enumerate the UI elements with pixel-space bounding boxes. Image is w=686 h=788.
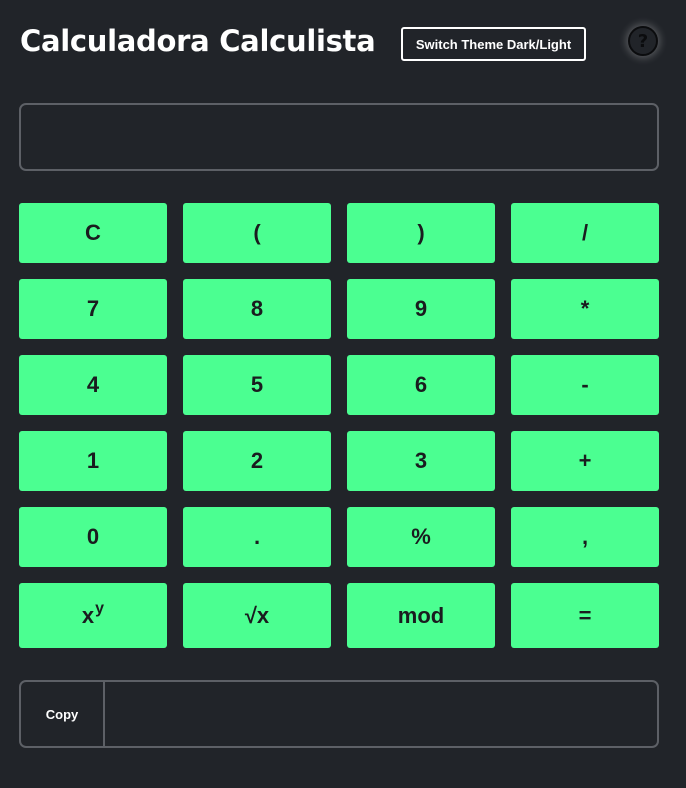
copy-button[interactable]: Copy — [21, 682, 105, 746]
close-paren-button[interactable]: ) — [347, 203, 495, 263]
digit-4-button[interactable]: 4 — [19, 355, 167, 415]
digit-2-button[interactable]: 2 — [183, 431, 331, 491]
square-root-button[interactable]: √x — [183, 583, 331, 648]
keypad: C ( ) / 7 8 9 * 4 5 6 - 1 2 3 + 0 . % , … — [19, 203, 659, 648]
digit-1-button[interactable]: 1 — [19, 431, 167, 491]
digit-7-button[interactable]: 7 — [19, 279, 167, 339]
digit-9-button[interactable]: 9 — [347, 279, 495, 339]
add-button[interactable]: + — [511, 431, 659, 491]
open-paren-button[interactable]: ( — [183, 203, 331, 263]
comma-button[interactable]: , — [511, 507, 659, 567]
digit-3-button[interactable]: 3 — [347, 431, 495, 491]
multiply-button[interactable]: * — [511, 279, 659, 339]
subtract-button[interactable]: - — [511, 355, 659, 415]
power-button[interactable]: xy — [19, 583, 167, 648]
equals-button[interactable]: = — [511, 583, 659, 648]
copy-output-field[interactable] — [105, 682, 657, 746]
power-base-label: x — [81, 602, 95, 628]
divide-button[interactable]: / — [511, 203, 659, 263]
app-title: Calculadora Calculista — [20, 24, 376, 58]
digit-6-button[interactable]: 6 — [347, 355, 495, 415]
modulo-button[interactable]: mod — [347, 583, 495, 648]
decimal-point-button[interactable]: . — [183, 507, 331, 567]
header: Calculadora Calculista Switch Theme Dark… — [0, 0, 686, 90]
power-exponent-label: y — [95, 599, 105, 617]
percent-button[interactable]: % — [347, 507, 495, 567]
digit-0-button[interactable]: 0 — [19, 507, 167, 567]
copy-bar: Copy — [19, 680, 659, 748]
switch-theme-button[interactable]: Switch Theme Dark/Light — [401, 27, 586, 61]
calculator-display[interactable] — [19, 103, 659, 171]
help-icon[interactable]: ? — [628, 26, 658, 56]
digit-5-button[interactable]: 5 — [183, 355, 331, 415]
digit-8-button[interactable]: 8 — [183, 279, 331, 339]
clear-button[interactable]: C — [19, 203, 167, 263]
